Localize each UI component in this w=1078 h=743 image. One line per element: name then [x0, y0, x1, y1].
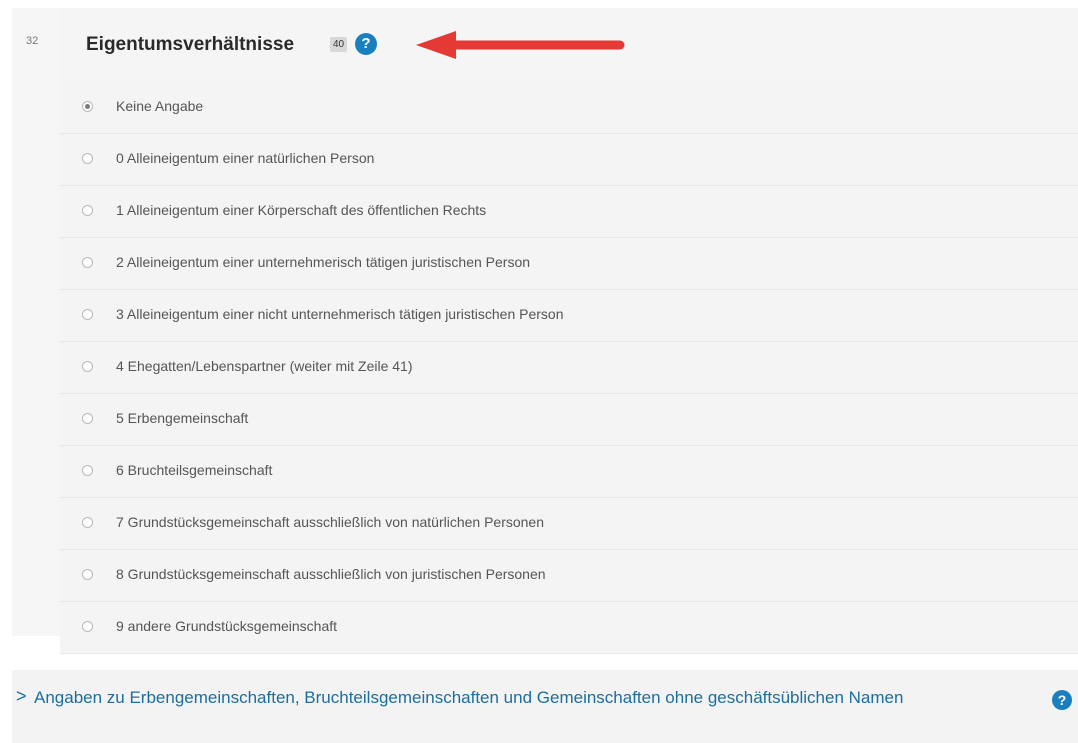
radio-option-label[interactable]: 0 Alleineigentum einer natürlichen Perso…	[116, 150, 374, 166]
radio-option-label[interactable]: 5 Erbengemeinschaft	[116, 410, 248, 426]
radio-option-label[interactable]: 8 Grundstücksgemeinschaft ausschließlich…	[116, 566, 546, 582]
radio-button[interactable]	[82, 153, 93, 164]
radio-button[interactable]	[82, 569, 93, 580]
radio-option-label[interactable]: 6 Bruchteilsgemeinschaft	[116, 462, 272, 478]
radio-option-label[interactable]: Keine Angabe	[116, 98, 203, 114]
radio-option-label[interactable]: 3 Alleineigentum einer nicht unternehmer…	[116, 306, 563, 322]
radio-button[interactable]	[82, 309, 93, 320]
help-icon[interactable]: ?	[355, 33, 377, 55]
radio-option[interactable]: 0 Alleineigentum einer natürlichen Perso…	[60, 134, 1078, 186]
radio-option[interactable]: 8 Grundstücksgemeinschaft ausschließlich…	[60, 550, 1078, 602]
radio-option[interactable]: 9 andere Grundstücksgemeinschaft	[60, 602, 1078, 654]
question-header: Eigentumsverhältnisse 40 ?	[60, 8, 1078, 83]
radio-button-checked[interactable]	[82, 101, 93, 112]
form-page: 32 Eigentumsverhältnisse 40 ? Keine Anga…	[0, 0, 1078, 743]
radio-option-label[interactable]: 4 Ehegatten/Lebenspartner (weiter mit Ze…	[116, 358, 413, 374]
radio-option[interactable]: 1 Alleineigentum einer Körperschaft des …	[60, 186, 1078, 238]
radio-option-label[interactable]: 7 Grundstücksgemeinschaft ausschließlich…	[116, 514, 544, 530]
radio-button[interactable]	[82, 465, 93, 476]
radio-option[interactable]: 7 Grundstücksgemeinschaft ausschließlich…	[60, 498, 1078, 550]
radio-option[interactable]: 2 Alleineigentum einer unternehmerisch t…	[60, 238, 1078, 290]
radio-button[interactable]	[82, 205, 93, 216]
radio-option[interactable]: 5 Erbengemeinschaft	[60, 394, 1078, 446]
radio-option-label[interactable]: 1 Alleineigentum einer Körperschaft des …	[116, 202, 486, 218]
field-number-badge: 40	[330, 37, 348, 52]
collapsible-section[interactable]: > Angaben zu Erbengemeinschaften, Brucht…	[12, 670, 1078, 743]
chevron-right-icon[interactable]: >	[16, 686, 27, 707]
radio-option-label[interactable]: 9 andere Grundstücksgemeinschaft	[116, 618, 337, 634]
red-arrow-annotation	[416, 31, 625, 59]
question-title: Eigentumsverhältnisse	[86, 34, 295, 55]
question-content: Eigentumsverhältnisse 40 ? Keine Angabe 0…	[60, 8, 1078, 654]
radio-option-label[interactable]: 2 Alleineigentum einer unternehmerisch t…	[116, 254, 530, 270]
radio-button[interactable]	[82, 621, 93, 632]
radio-option[interactable]: 3 Alleineigentum einer nicht unternehmer…	[60, 290, 1078, 342]
help-icon[interactable]: ?	[1052, 690, 1072, 710]
question-block: 32 Eigentumsverhältnisse 40 ? Keine Anga…	[12, 8, 1078, 654]
radio-button[interactable]	[82, 517, 93, 528]
section-title-link[interactable]: Angaben zu Erbengemeinschaften, Bruchtei…	[34, 686, 914, 709]
line-number: 32	[26, 35, 39, 47]
radio-option[interactable]: 6 Bruchteilsgemeinschaft	[60, 446, 1078, 498]
radio-option[interactable]: 4 Ehegatten/Lebenspartner (weiter mit Ze…	[60, 342, 1078, 394]
radio-button[interactable]	[82, 257, 93, 268]
radio-button[interactable]	[82, 361, 93, 372]
radio-button[interactable]	[82, 413, 93, 424]
radio-option[interactable]: Keine Angabe	[60, 82, 1078, 134]
